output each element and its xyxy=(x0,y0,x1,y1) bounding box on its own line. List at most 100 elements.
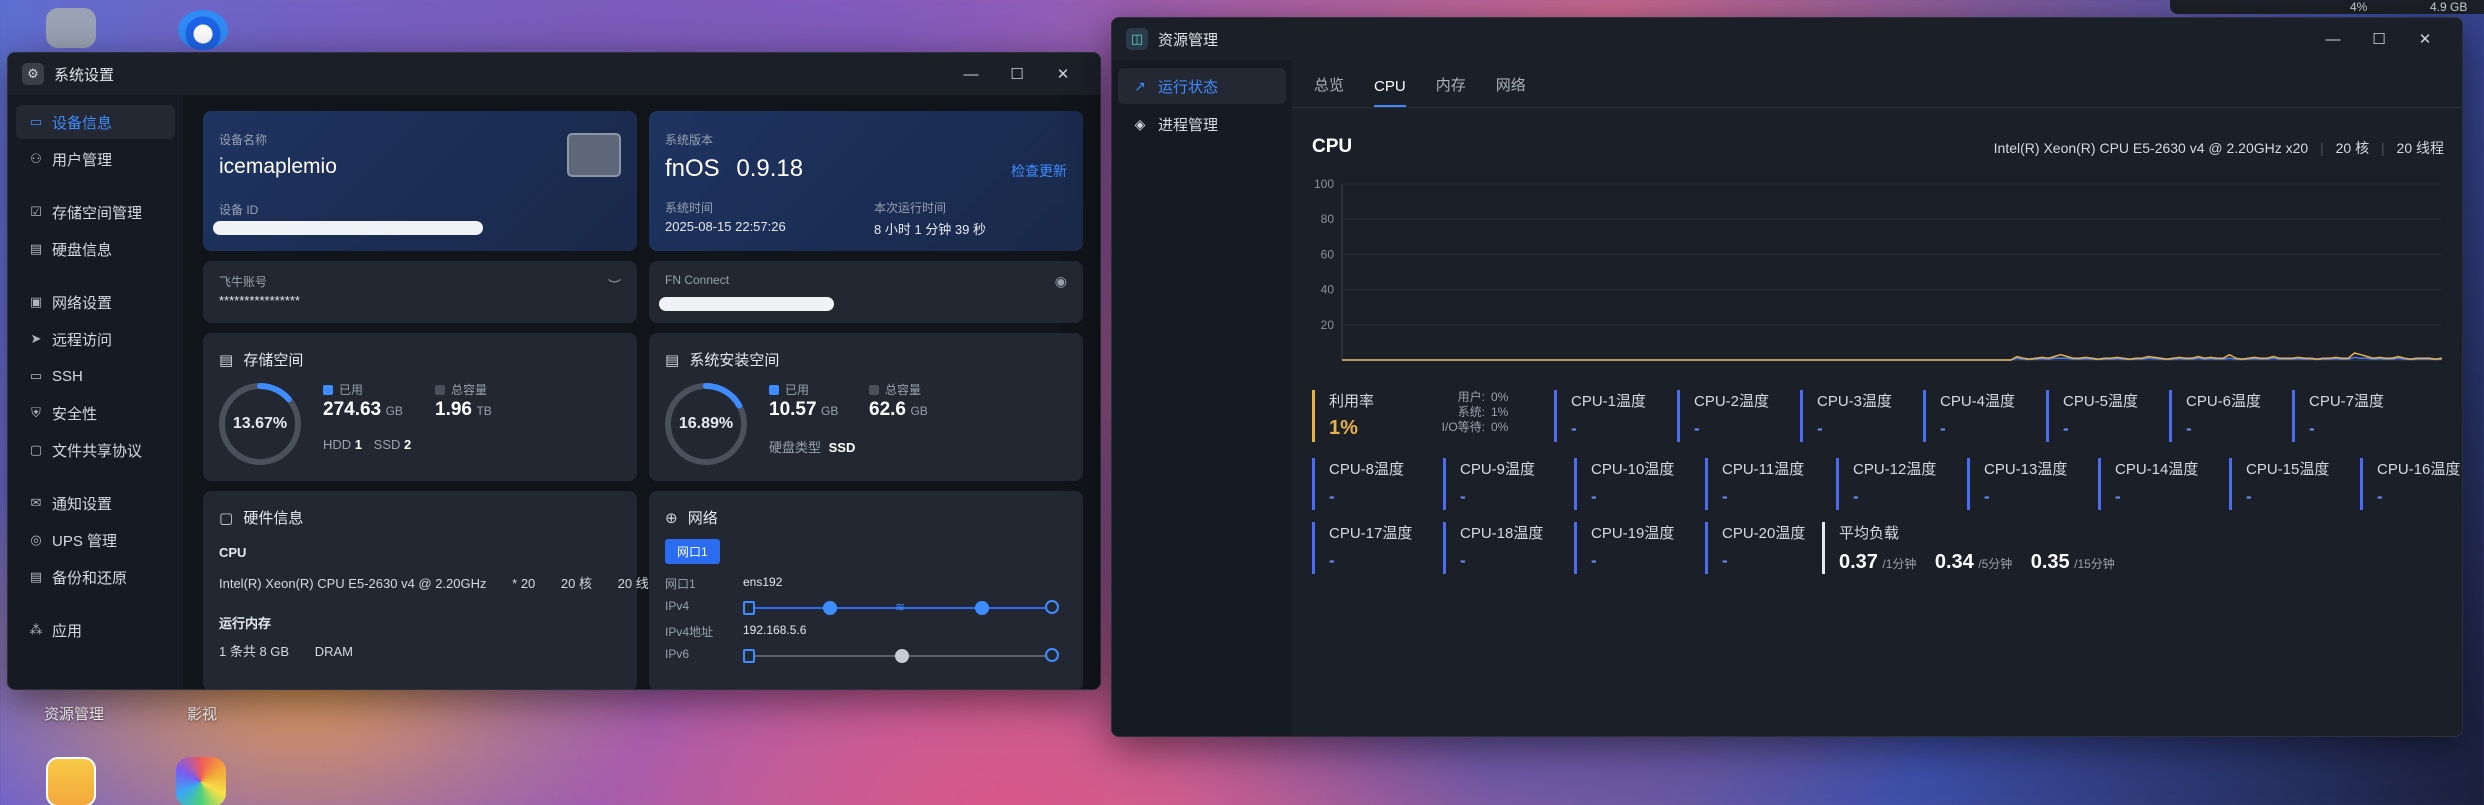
sysdisk-total-label: 总容量 xyxy=(885,383,922,397)
temp-metric: CPU-2温度 - xyxy=(1677,390,1786,442)
sidebar-item-11[interactable]: ▤ 备份和还原 xyxy=(16,560,175,594)
sidebar-item-label: 用户管理 xyxy=(52,151,113,169)
maximize-icon[interactable]: ☐ xyxy=(994,53,1040,95)
sysdisk-title: 系统安装空间 xyxy=(689,352,780,369)
temp-label: CPU-9温度 xyxy=(1460,461,1536,478)
temp-label: CPU-18温度 xyxy=(1460,525,1544,542)
ipv4-label: IPv4 xyxy=(665,599,690,613)
resmon-main: 总览 CPU 内存 网络 CPU Intel(R) Xeon(R) CPU E5-26… xyxy=(1292,60,2462,736)
sidebar-item-10[interactable]: ◎ UPS 管理 xyxy=(16,523,175,557)
temp-metric: CPU-9温度 - xyxy=(1443,458,1560,510)
usage-metric: 利用率 1% 用户: 系统: I/O等待: 0% 1% 0% xyxy=(1312,390,1512,442)
temp-label: CPU-3温度 xyxy=(1817,393,1893,410)
y-tick-label: 100 xyxy=(1314,177,1334,191)
temp-label: CPU-17温度 xyxy=(1329,525,1413,542)
storage-total-unit: TB xyxy=(476,404,492,418)
temp-value: - xyxy=(1722,551,1728,570)
settings-sidebar: ▭ 设备信息 ⚇ 用户管理 ☑ 存储空间管理 ▤ 硬盘信息 ▣ 网络设置 ➤ 远程访问 ▭ SSH ⛨ 安全性… xyxy=(8,95,183,689)
used-legend-dot xyxy=(323,385,333,395)
fnconnect-card: FN Connect ◉ xyxy=(649,261,1083,323)
resmon-title: 资源管理 xyxy=(1158,31,1219,49)
cpu-cores: 20 核 xyxy=(560,576,592,591)
system-card: 系统版本 fnOS 0.9.18 检查更新 系统时间 2025-08-15 22… xyxy=(649,111,1083,251)
desktop-photos-icon[interactable] xyxy=(176,757,226,805)
ssh-icon: ▭ xyxy=(29,368,43,383)
temp-label: CPU-1温度 xyxy=(1571,393,1647,410)
tab-3[interactable]: 网络 xyxy=(1496,74,1526,107)
temp-label: CPU-16温度 xyxy=(2377,461,2461,478)
temp-metric: CPU-16温度 - xyxy=(2360,458,2462,510)
resmon-nav-1[interactable]: ◈ 进程管理 xyxy=(1118,106,1286,142)
cpu-label: CPU xyxy=(219,545,247,560)
minimize-icon[interactable]: — xyxy=(948,53,994,95)
load-15-unit: /15分钟 xyxy=(2074,557,2115,571)
resmon-nav-0[interactable]: ↗ 运行状态 xyxy=(1118,68,1286,104)
sidebar-item-2[interactable]: ☑ 存储空间管理 xyxy=(16,195,175,229)
port-tab[interactable]: 网口1 xyxy=(665,539,720,564)
storage-total-label: 总容量 xyxy=(451,383,488,397)
sidebar-item-5[interactable]: ➤ 远程访问 xyxy=(16,322,175,356)
desktop-browser-icon[interactable] xyxy=(178,10,228,50)
temp-label: CPU-13温度 xyxy=(1984,461,2068,478)
cpu-model: Intel(R) Xeon(R) CPU E5-2630 v4 @ 2.20GH… xyxy=(219,576,487,591)
load-5: 0.34 xyxy=(1934,551,1974,573)
resmon-titlebar[interactable]: ◫ 资源管理 — ☐ ✕ xyxy=(1112,18,2462,60)
temp-value: - xyxy=(1817,419,1823,438)
sidebar-item-12[interactable]: ⁂ 应用 xyxy=(16,613,175,647)
resmon-tabs: 总览 CPU 内存 网络 xyxy=(1292,60,2462,108)
maximize-icon[interactable]: ☐ xyxy=(2356,18,2402,60)
backup-icon: ▤ xyxy=(29,569,43,584)
tab-0[interactable]: 总览 xyxy=(1314,74,1344,107)
temp-metric: CPU-3温度 - xyxy=(1800,390,1909,442)
tab-1[interactable]: CPU xyxy=(1374,78,1406,107)
resmon-sidebar: ↗ 运行状态 ◈ 进程管理 xyxy=(1112,60,1292,736)
minimize-icon[interactable]: — xyxy=(2310,18,2356,60)
system-version: 0.9.18 xyxy=(736,155,804,182)
system-time-label: 系统时间 xyxy=(665,201,714,215)
usage-user: 0% xyxy=(1491,390,1509,404)
sysdisk-icon: ▤ xyxy=(665,352,680,369)
device-name: icemaplemio xyxy=(219,155,337,178)
sidebar-item-label: 存储空间管理 xyxy=(52,204,143,222)
desktop-settings-icon[interactable] xyxy=(46,8,96,48)
temp-metric: CPU-20温度 - xyxy=(1705,522,1822,574)
temp-value: - xyxy=(1694,419,1700,438)
check-update-link[interactable]: 检查更新 xyxy=(1011,161,1067,181)
total-legend-dot xyxy=(435,385,445,395)
uptime: 8 小时 1 分钟 39 秒 xyxy=(874,222,986,237)
sidebar-item-4[interactable]: ▣ 网络设置 xyxy=(16,285,175,319)
close-icon[interactable]: ✕ xyxy=(2402,18,2448,60)
close-icon[interactable]: ✕ xyxy=(1040,53,1086,95)
ssd-label: SSD xyxy=(373,437,401,452)
settings-titlebar[interactable]: ⚙ 系统设置 — ☐ ✕ xyxy=(8,53,1100,95)
sidebar-item-label: 文件共享协议 xyxy=(52,442,143,460)
sidebar-item-9[interactable]: ✉ 通知设置 xyxy=(16,486,175,520)
port-label: 网口1 xyxy=(665,577,696,591)
eye-closed-icon[interactable]: ︶ xyxy=(608,275,621,294)
ups-icon: ◎ xyxy=(30,532,42,547)
temp-metric: CPU-17温度 - xyxy=(1312,522,1429,574)
sidebar-item-6[interactable]: ▭ SSH xyxy=(16,359,175,393)
chip-icon: ▢ xyxy=(219,510,234,527)
tab-2[interactable]: 内存 xyxy=(1436,74,1466,107)
sidebar-item-1[interactable]: ⚇ 用户管理 xyxy=(16,142,175,176)
sidebar-item-8[interactable]: ▢ 文件共享协议 xyxy=(16,433,175,467)
temp-value: - xyxy=(1940,419,1946,438)
device-name-label: 设备名称 xyxy=(219,133,268,147)
disk-type-label: 硬盘类型 xyxy=(769,440,822,455)
sidebar-item-3[interactable]: ▤ 硬盘信息 xyxy=(16,232,175,266)
sidebar-item-label: 应用 xyxy=(52,622,83,640)
desktop-label-resmon[interactable]: 资源管理 xyxy=(44,703,104,724)
temp-metric: CPU-1温度 - xyxy=(1554,390,1663,442)
sidebar-item-7[interactable]: ⛨ 安全性 xyxy=(16,396,175,430)
sidebar-item-0[interactable]: ▭ 设备信息 xyxy=(16,105,175,139)
hardware-card: ▢ 硬件信息 CPU Intel(R) Xeon(R) CPU E5-2630 … xyxy=(203,491,662,689)
eye-icon[interactable]: ◉ xyxy=(1055,273,1067,290)
temp-value: - xyxy=(2186,419,2192,438)
feiniu-label: 飞牛账号 xyxy=(219,275,268,289)
divider: | xyxy=(2320,140,2324,156)
temp-metric: CPU-5温度 - xyxy=(2046,390,2155,442)
load-1-unit: /1分钟 xyxy=(1882,557,1917,571)
desktop-label-video[interactable]: 影视 xyxy=(187,703,217,724)
desktop-notes-icon[interactable] xyxy=(46,757,96,805)
